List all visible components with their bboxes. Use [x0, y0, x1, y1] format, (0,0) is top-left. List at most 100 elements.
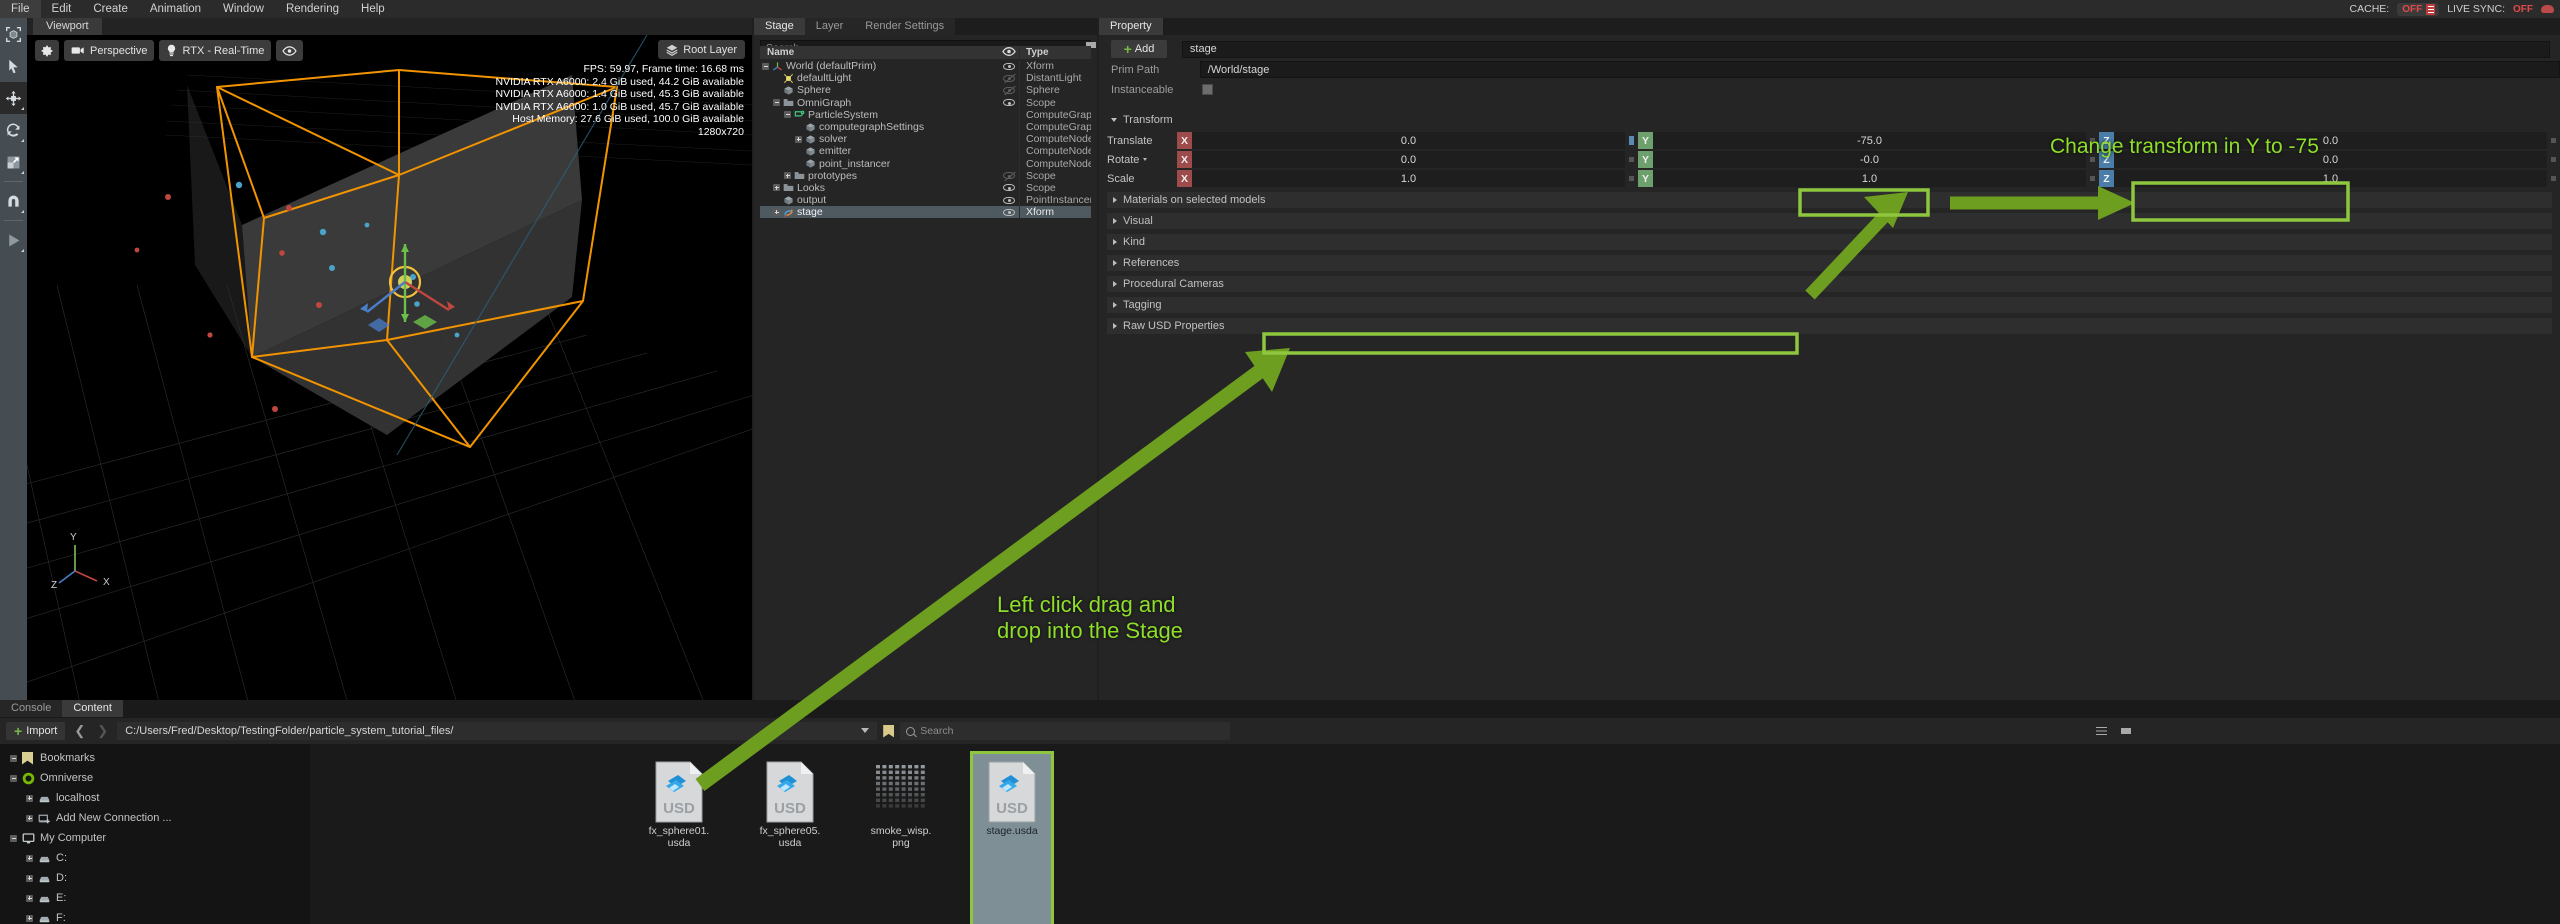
link-handle[interactable] — [1629, 176, 1634, 181]
link-handle[interactable] — [2090, 176, 2095, 181]
stage-tree-row[interactable]: emitter ComputeNode — [760, 145, 1091, 158]
collapse-toggle[interactable] — [762, 62, 769, 70]
bookmark-icon[interactable] — [883, 724, 895, 738]
stage-tree-row[interactable]: ParticleSystem ComputeGraph — [760, 108, 1091, 121]
chevron-left-icon[interactable]: ❮ — [71, 723, 88, 739]
expand-toggle[interactable] — [795, 135, 802, 143]
collapse-toggle[interactable] — [10, 754, 17, 762]
expand-toggle[interactable] — [26, 874, 33, 882]
stage-tree-row[interactable]: solver ComputeNode — [760, 133, 1091, 146]
eye-icon[interactable] — [1003, 184, 1015, 192]
stage-tree-row[interactable]: computegraphSettings ComputeGraphSe — [760, 121, 1091, 134]
transform-x-input[interactable]: 0.0 — [1192, 151, 1625, 168]
menu-item-create[interactable]: Create — [82, 0, 139, 18]
content-tree-item[interactable]: F: — [0, 908, 310, 924]
link-handle[interactable] — [1629, 157, 1634, 162]
property-section-visual[interactable]: Visual — [1107, 213, 2552, 229]
menu-item-file[interactable]: File — [0, 0, 41, 18]
transform-section-header[interactable]: Transform — [1105, 112, 2552, 128]
chevron-right-icon[interactable]: ❯ — [94, 723, 111, 739]
chevron-down-icon[interactable] — [861, 728, 870, 733]
menu-item-rendering[interactable]: Rendering — [275, 0, 350, 18]
play-tool[interactable] — [0, 224, 27, 256]
move-tool[interactable] — [0, 82, 27, 114]
path-input[interactable]: C:/Users/Fred/Desktop/TestingFolder/part… — [117, 722, 878, 740]
expand-toggle[interactable] — [26, 914, 33, 922]
menu-item-help[interactable]: Help — [350, 0, 396, 18]
list-icon[interactable] — [2096, 726, 2108, 736]
snap-tool[interactable] — [0, 185, 27, 217]
rotate-tool[interactable] — [0, 114, 27, 146]
transform-x-input[interactable]: 1.0 — [1192, 170, 1625, 187]
property-section-materials-on-selected-models[interactable]: Materials on selected models — [1107, 192, 2552, 208]
viewport-3d[interactable]: Perspective RTX - Real-Time Root Layer F… — [27, 35, 752, 708]
menu-item-animation[interactable]: Animation — [139, 0, 212, 18]
property-section-tagging[interactable]: Tagging — [1107, 297, 2552, 313]
stage-row-visibility[interactable] — [999, 172, 1019, 180]
menu-item-edit[interactable]: Edit — [41, 0, 83, 18]
transform-y-input[interactable]: 1.0 — [1653, 170, 2086, 187]
eye-icon[interactable] — [1003, 196, 1015, 204]
content-tree-item[interactable]: E: — [0, 888, 310, 908]
tab-content[interactable]: Content — [62, 700, 123, 717]
tab-console[interactable]: Console — [0, 700, 63, 717]
stage-tree-row[interactable]: point_instancer ComputeNode — [760, 157, 1091, 170]
tab-viewport[interactable]: Viewport — [33, 18, 102, 35]
tab-stage[interactable]: Stage — [754, 18, 805, 35]
content-tree-item[interactable]: C: — [0, 848, 310, 868]
import-button[interactable]: + Import — [6, 722, 66, 740]
stage-row-visibility[interactable] — [999, 74, 1019, 82]
viewport-camera-button[interactable]: Perspective — [64, 40, 155, 61]
file-item[interactable]: smoke_wisp. png — [862, 754, 940, 924]
viewport-renderer-button[interactable]: RTX - Real-Time — [159, 40, 272, 61]
collapse-toggle[interactable] — [10, 834, 17, 842]
funnel-icon[interactable] — [2121, 728, 2132, 734]
stage-row-visibility[interactable] — [999, 62, 1019, 70]
menu-item-window[interactable]: Window — [212, 0, 275, 18]
instanceable-checkbox[interactable] — [1202, 84, 1213, 95]
expand-toggle[interactable] — [26, 814, 33, 822]
stage-row-visibility[interactable] — [999, 86, 1019, 94]
stage-row-visibility[interactable] — [999, 208, 1019, 216]
file-item[interactable]: USD fx_sphere01. usda — [640, 754, 718, 924]
content-tree-item[interactable]: My Computer — [0, 828, 310, 848]
stage-tree-row[interactable]: World (defaultPrim) Xform — [760, 60, 1091, 73]
content-search-input[interactable]: Search — [900, 722, 1231, 740]
content-tree-item[interactable]: Bookmarks — [0, 748, 310, 768]
stage-tree-row[interactable]: Sphere Sphere — [760, 84, 1091, 97]
expand-toggle[interactable] — [26, 894, 33, 902]
scale-tool[interactable] — [0, 146, 27, 178]
transform-z-input[interactable]: 1.0 — [2114, 170, 2547, 187]
expand-toggle[interactable] — [26, 854, 33, 862]
eye-icon[interactable] — [1003, 99, 1015, 107]
link-handle[interactable] — [2551, 138, 2556, 143]
collapse-toggle[interactable] — [10, 774, 17, 782]
file-item[interactable]: USD stage.usda — [970, 751, 1054, 924]
root-layer-button[interactable]: Root Layer — [658, 40, 745, 59]
stage-tree-row[interactable]: defaultLight DistantLight — [760, 72, 1091, 85]
stage-tree-row[interactable]: output PointInstancer — [760, 194, 1091, 207]
cache-toggle[interactable]: OFF — [2397, 2, 2440, 16]
link-handle[interactable] — [1629, 136, 1634, 145]
expand-toggle[interactable] — [773, 208, 780, 216]
expand-toggle[interactable] — [773, 184, 780, 192]
property-section-references[interactable]: References — [1107, 255, 2552, 271]
file-item[interactable]: USD fx_sphere05. usda — [751, 754, 829, 924]
property-section-kind[interactable]: Kind — [1107, 234, 2552, 250]
prim-path-field[interactable]: /World/stage — [1199, 61, 2560, 78]
live-sync-value[interactable]: OFF — [2513, 4, 2533, 15]
content-tree-item[interactable]: D: — [0, 868, 310, 888]
transform-y-input[interactable]: -0.0 — [1653, 151, 2086, 168]
select-object-tool[interactable] — [0, 18, 27, 50]
eye-icon[interactable] — [1003, 208, 1015, 216]
link-handle[interactable] — [2551, 176, 2556, 181]
content-tree-item[interactable]: Omniverse — [0, 768, 310, 788]
transform-y-input[interactable]: -75.0 — [1653, 132, 2086, 149]
eye-icon[interactable] — [1003, 86, 1015, 94]
tab-layer[interactable]: Layer — [804, 18, 855, 35]
eye-icon[interactable] — [1003, 62, 1015, 70]
eye-icon[interactable] — [1003, 172, 1015, 180]
viewport-visibility-button[interactable] — [276, 40, 304, 61]
pointer-tool[interactable] — [0, 50, 27, 82]
stage-tree-row[interactable]: prototypes Scope — [760, 169, 1091, 182]
